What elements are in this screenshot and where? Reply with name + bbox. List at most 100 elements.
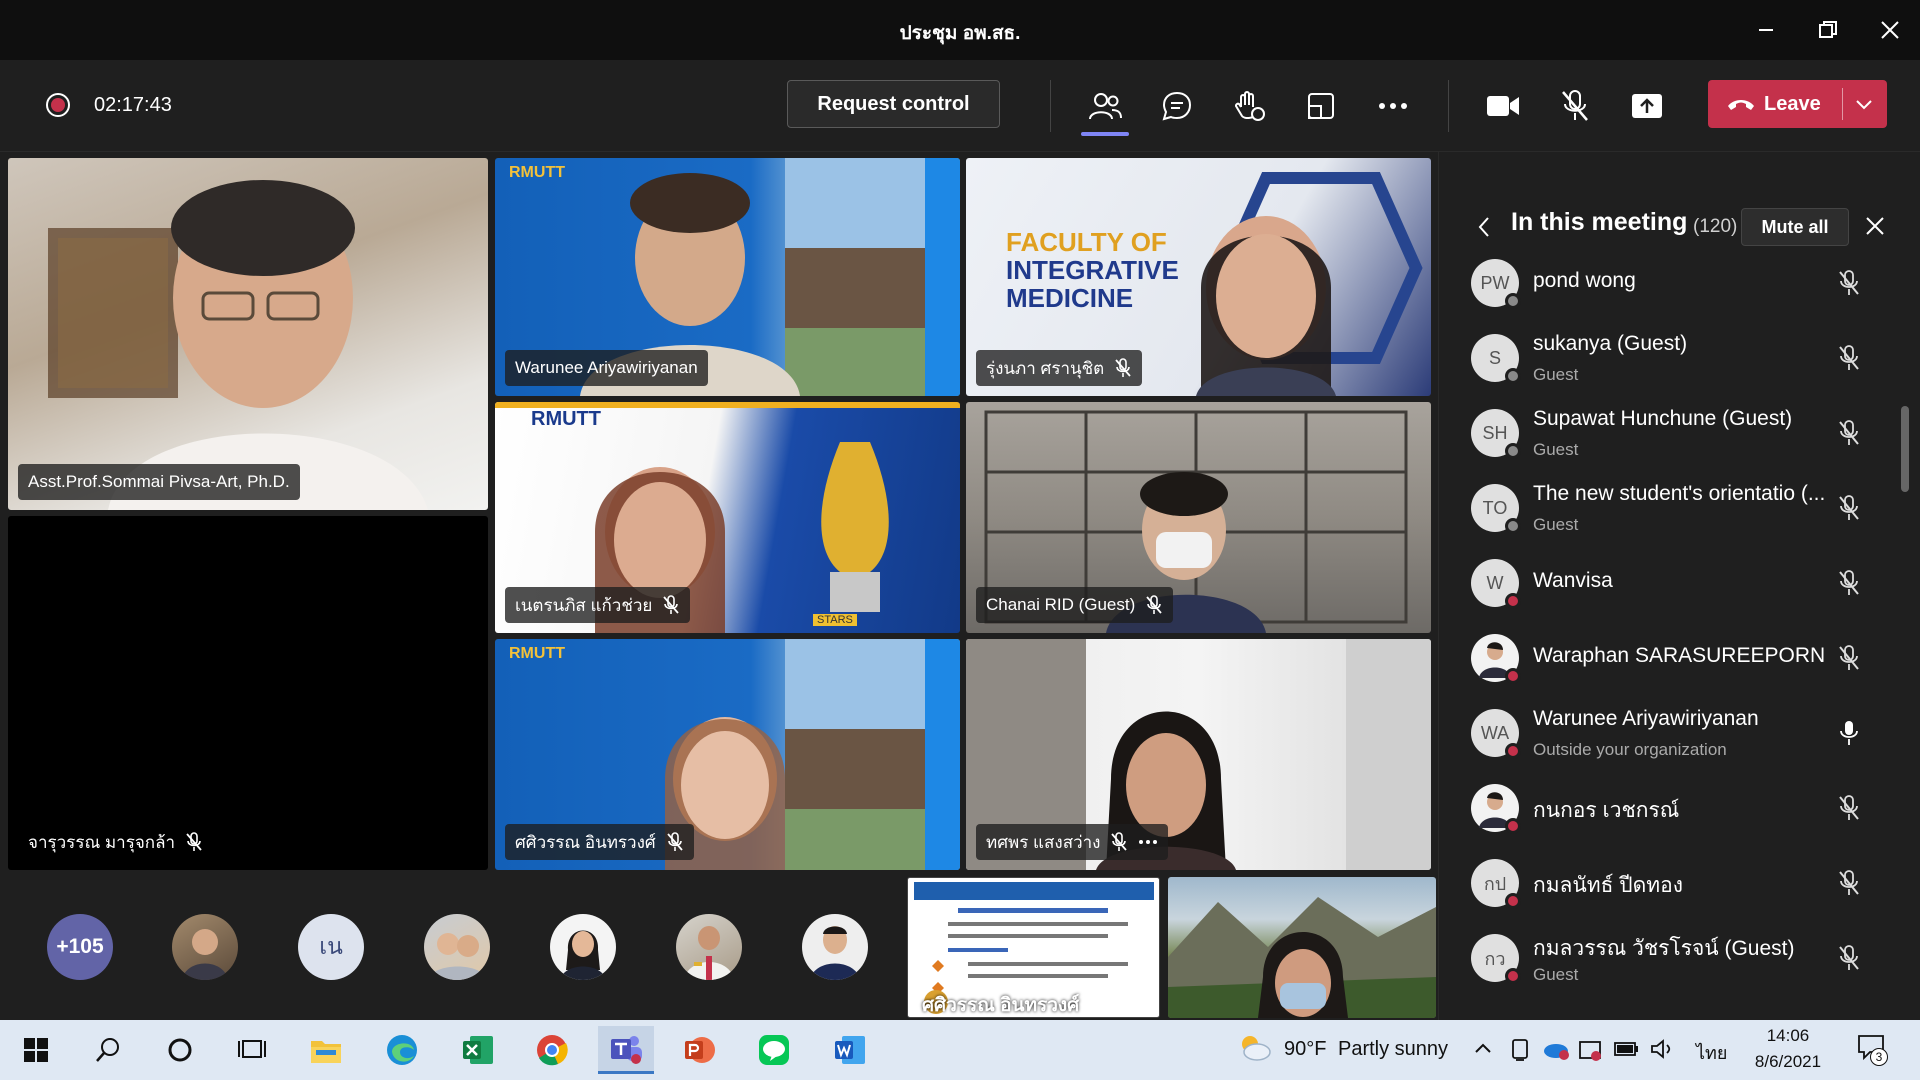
battery-icon[interactable]: [1614, 1040, 1640, 1058]
device-icon[interactable]: [1510, 1038, 1530, 1062]
mic-off-icon[interactable]: [1837, 344, 1861, 372]
participant-mic[interactable]: [1837, 344, 1861, 377]
minimize-button[interactable]: [1746, 12, 1786, 48]
participant-role: Guest: [1533, 965, 1579, 984]
participant-name: Supawat Hunchune (Guest): [1533, 407, 1793, 430]
participant-row[interactable]: Waraphan SARASUREEPORN: [1439, 620, 1920, 695]
powerpoint-button[interactable]: [672, 1026, 728, 1074]
defender-icon[interactable]: [1578, 1038, 1602, 1062]
line-button[interactable]: [746, 1026, 802, 1074]
camera-button[interactable]: [1483, 86, 1523, 126]
participant-mic[interactable]: [1837, 644, 1861, 677]
participant-row[interactable]: กนกอร เวชกรณ์: [1439, 770, 1920, 845]
participant-mic[interactable]: [1837, 944, 1861, 977]
video-tile[interactable]: FACULTY OF INTEGRATIVE MEDICINE รุ่งนภา …: [966, 158, 1431, 396]
avatar[interactable]: [550, 914, 616, 980]
partly-sunny-icon[interactable]: [1236, 1032, 1272, 1064]
word-button[interactable]: [822, 1026, 878, 1074]
self-view-tile[interactable]: [1168, 877, 1436, 1018]
language-indicator[interactable]: ไทย: [1696, 1038, 1727, 1067]
rooms-button[interactable]: [1301, 86, 1341, 126]
restore-button[interactable]: [1808, 12, 1848, 48]
mute-all-button[interactable]: Mute all: [1741, 208, 1849, 246]
avatar[interactable]: [802, 914, 868, 980]
video-tile[interactable]: ทศพร แสงสว่าง: [966, 639, 1431, 870]
request-control-button[interactable]: Request control: [787, 80, 1000, 128]
video-tile[interactable]: RMUTT ศศิวรรณ อินทรวงศ์: [495, 639, 960, 870]
participant-mic[interactable]: [1837, 869, 1861, 902]
file-explorer-button[interactable]: [298, 1026, 354, 1074]
mic-off-icon[interactable]: [1837, 794, 1861, 822]
participant-row[interactable]: กป กมลนัทธ์ ปีดทอง: [1439, 845, 1920, 920]
overflow-participants-button[interactable]: +105: [47, 914, 113, 980]
avatar[interactable]: [676, 914, 742, 980]
cortana-button[interactable]: [152, 1026, 208, 1074]
clock-date[interactable]: 8/6/2021: [1748, 1052, 1828, 1072]
start-button[interactable]: [8, 1026, 64, 1074]
chevron-up-icon[interactable]: [1474, 1042, 1492, 1054]
mic-off-icon[interactable]: [1837, 419, 1861, 447]
onedrive-icon[interactable]: [1542, 1038, 1570, 1060]
mic-button[interactable]: [1555, 86, 1595, 126]
video-tile[interactable]: จารุวรรณ มารุจกล้า: [8, 516, 488, 870]
teams-button[interactable]: [598, 1026, 654, 1074]
avatar: กป: [1471, 859, 1521, 909]
task-view-button[interactable]: [224, 1026, 280, 1074]
participant-count: (120): [1693, 216, 1738, 237]
more-options-button[interactable]: [1373, 86, 1413, 126]
edge-button[interactable]: [374, 1026, 430, 1074]
mic-off-icon[interactable]: [1837, 944, 1861, 972]
weather-temperature[interactable]: 90°F: [1284, 1038, 1326, 1061]
volume-icon[interactable]: [1650, 1038, 1676, 1060]
video-tile[interactable]: Asst.Prof.Sommai Pivsa-Art, Ph.D.: [8, 158, 488, 510]
share-button[interactable]: [1627, 86, 1667, 126]
participant-mic[interactable]: [1837, 269, 1861, 302]
participant-mic[interactable]: [1837, 719, 1861, 752]
close-window-button[interactable]: [1870, 12, 1910, 48]
avatar[interactable]: [424, 914, 490, 980]
leave-button[interactable]: Leave: [1708, 80, 1887, 128]
more-icon[interactable]: [1138, 839, 1158, 845]
windows-taskbar: 90°F Partly sunny ไทย 14:06 8/6/2021 3: [0, 1020, 1920, 1080]
video-tile[interactable]: RMUTT Warunee Ariyawiriyanan: [495, 158, 960, 396]
reactions-button[interactable]: [1229, 86, 1269, 126]
search-button[interactable]: [80, 1026, 136, 1074]
mic-off-icon[interactable]: [1837, 869, 1861, 897]
participant-row[interactable]: W Wanvisa: [1439, 545, 1920, 620]
chat-button[interactable]: [1157, 86, 1197, 126]
participant-row[interactable]: กว กมลวรรณ วัชรโรจน์ (Guest) Guest: [1439, 920, 1920, 995]
video-tile[interactable]: Chanai RID (Guest): [966, 402, 1431, 633]
participant-row[interactable]: PW pond wong: [1439, 245, 1920, 320]
clock-time[interactable]: 14:06: [1752, 1026, 1824, 1046]
participant-row[interactable]: TO The new student's orientatio (... Guest: [1439, 470, 1920, 545]
panel-scrollbar[interactable]: [1901, 406, 1909, 492]
participant-row[interactable]: SH Supawat Hunchune (Guest) Guest: [1439, 395, 1920, 470]
participant-mic[interactable]: [1837, 419, 1861, 452]
chevron-down-icon[interactable]: [1854, 94, 1874, 114]
participant-row[interactable]: WA Warunee Ariyawiriyanan Outside your org…: [1439, 695, 1920, 770]
participant-name: จารุวรรณ มารุจกล้า: [28, 832, 176, 852]
mic-off-icon[interactable]: [1837, 494, 1861, 522]
avatar[interactable]: [172, 914, 238, 980]
video-tile[interactable]: RMUTT STARS เนตรนภิส แก้วช่วย: [495, 402, 960, 633]
mic-off-icon[interactable]: [1837, 644, 1861, 672]
close-icon[interactable]: [1865, 216, 1885, 236]
mic-off-icon[interactable]: [1837, 569, 1861, 597]
excel-button[interactable]: [450, 1026, 506, 1074]
weather-description[interactable]: Partly sunny: [1338, 1038, 1448, 1061]
notification-center-button[interactable]: 3: [1856, 1032, 1888, 1066]
chrome-button[interactable]: [524, 1026, 580, 1074]
participants-button[interactable]: [1081, 86, 1129, 136]
participant-mic[interactable]: [1837, 569, 1861, 602]
chevron-left-icon[interactable]: [1477, 216, 1491, 238]
participant-mic[interactable]: [1837, 794, 1861, 827]
participant-video: [48, 180, 428, 510]
mic-off-icon[interactable]: [1837, 269, 1861, 297]
avatar[interactable]: เน: [298, 914, 364, 980]
mic-on-icon[interactable]: [1837, 719, 1861, 747]
participant-nameplate: รุ่งนภา ศรานุชิต: [976, 350, 1143, 386]
shared-content-thumbnail[interactable]: ศศิวรรณ อินทรวงศ์: [907, 877, 1160, 1018]
participants-icon: [1089, 93, 1122, 120]
participant-row[interactable]: Ssukanya (Guest) Guest: [1439, 320, 1920, 395]
participant-mic[interactable]: [1837, 494, 1861, 527]
